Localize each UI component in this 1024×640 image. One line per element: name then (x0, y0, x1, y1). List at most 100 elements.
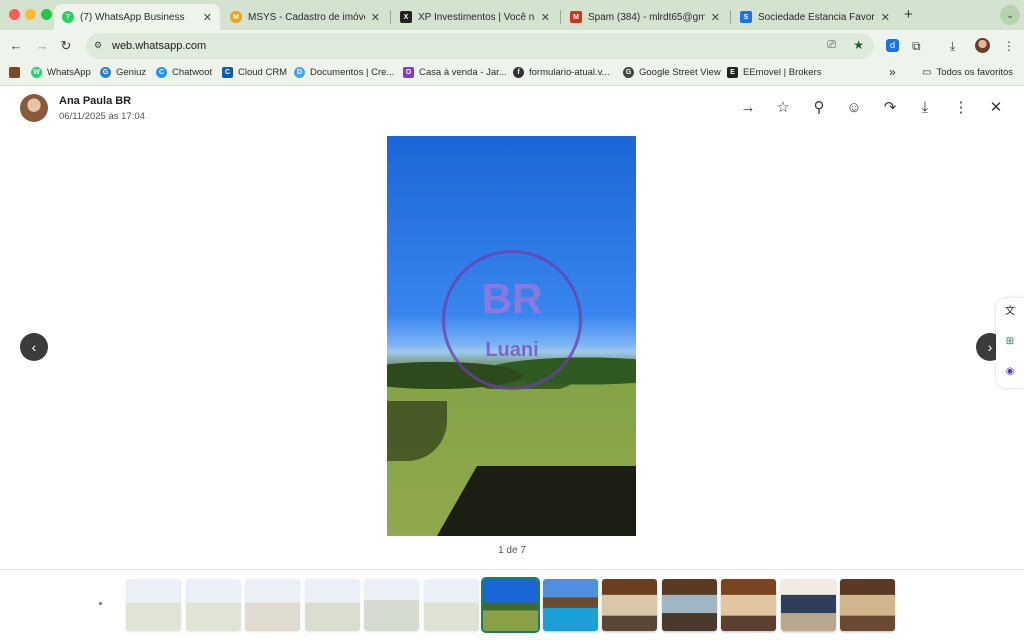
gmail-favicon-icon: M (570, 11, 582, 23)
downloads-icon[interactable]: ⤓ (950, 39, 955, 54)
reload-icon[interactable]: ↻ (58, 38, 74, 54)
bookmark-street-view[interactable]: G Google Street View (623, 67, 721, 78)
tab-separator (560, 10, 561, 24)
message-timestamp: 06/11/2025 às 17:04 (59, 111, 145, 122)
browser-toolbar: ← → ↻ ⚙ web.whatsapp.com ⎚ ★ d ⧉ ⤓ ⋮ (0, 30, 1024, 62)
tab-gmail[interactable]: M Spam (384) - mlrdt65@gmai ✕ (562, 4, 728, 30)
translate-icon[interactable]: 文 (1002, 304, 1018, 320)
url-text: web.whatsapp.com (112, 40, 207, 52)
tab-label: (7) WhatsApp Business (80, 11, 185, 23)
browser-tab-bar: 7 (7) WhatsApp Business ✕ M MSYS - Cadas… (0, 0, 1024, 30)
watermark-subtext: Luani (485, 339, 539, 361)
media-thumbnail[interactable] (721, 579, 776, 631)
forward-icon[interactable]: ↷ (880, 98, 900, 118)
thumbnail-strip (0, 569, 1024, 640)
download-icon[interactable]: ⤓ (915, 98, 935, 118)
new-tab-button[interactable]: + (904, 6, 913, 23)
install-app-icon[interactable]: ⎚ (827, 39, 836, 52)
assistant-icon[interactable]: ◉ (1002, 364, 1018, 380)
profile-avatar[interactable] (975, 38, 990, 53)
media-thumbnail[interactable] (245, 579, 300, 631)
media-thumbnail[interactable] (840, 579, 895, 631)
side-extension-panel: 文 ⊞ ◉ (996, 298, 1024, 388)
forward-arrow-icon[interactable]: → (34, 38, 50, 53)
tab-label: Sociedade Estancia Favoretto (758, 11, 875, 23)
previous-media-button[interactable]: ‹ (20, 333, 48, 361)
bookmark-label: Chatwoot (172, 67, 213, 78)
bookmark-home-icon[interactable] (9, 67, 20, 78)
extensions-puzzle-icon[interactable]: ⧉ (912, 39, 921, 54)
extension-d-icon[interactable]: d (886, 39, 899, 52)
tab-search-chevron-icon[interactable]: ⌄ (1000, 5, 1020, 25)
media-thumbnail[interactable] (185, 579, 241, 631)
browser-menu-icon[interactable]: ⋮ (1003, 39, 1015, 53)
eemovel-icon: E (727, 67, 738, 78)
bookmark-formulario[interactable]: f formulario-atual.v... (513, 67, 610, 78)
media-thumbnail[interactable] (542, 579, 598, 631)
tab-separator (390, 10, 391, 24)
apps-grid-icon[interactable]: ⊞ (1002, 334, 1018, 350)
close-tab-icon[interactable]: ✕ (881, 11, 890, 24)
more-bookmarks-icon[interactable]: » (889, 65, 896, 79)
more-options-icon[interactable]: ⋮ (951, 98, 971, 118)
media-thumbnail[interactable] (126, 579, 181, 631)
documentos-icon: D (294, 67, 305, 78)
bookmarks-bar: W WhatsApp G Geniuz C Chatwoot C Cloud CRM D… (0, 62, 1024, 86)
tab-sociedade[interactable]: S Sociedade Estancia Favoretto ✕ (732, 4, 898, 30)
back-arrow-icon[interactable]: ← (8, 38, 24, 53)
media-thumbnail[interactable] (423, 579, 479, 631)
close-viewer-icon[interactable]: ✕ (986, 98, 1006, 118)
address-bar[interactable]: ⚙ web.whatsapp.com ⎚ ★ (86, 33, 874, 59)
close-tab-icon[interactable]: ✕ (541, 11, 550, 24)
bookmark-label: EEmovel | Brokers (743, 67, 822, 78)
bookmark-geniuz[interactable]: G Geniuz (100, 67, 146, 78)
maximize-window-button[interactable] (41, 9, 52, 20)
close-window-button[interactable] (9, 9, 20, 20)
bookmark-eemovel[interactable]: E EEmovel | Brokers (727, 67, 822, 78)
close-tab-icon[interactable]: ✕ (203, 11, 212, 24)
media-thumbnail[interactable] (661, 579, 717, 631)
star-icon[interactable]: ☆ (773, 98, 793, 118)
bookmark-chatwoot[interactable]: C Chatwoot (156, 67, 212, 78)
media-thumbnail[interactable] (481, 577, 540, 633)
media-counter: 1 de 7 (498, 545, 526, 556)
bookmark-label: Cloud CRM (238, 67, 288, 78)
olx-icon: O (403, 67, 414, 78)
all-favorites-label: Todos os favoritos (936, 67, 1014, 78)
bookmark-documentos[interactable]: D Documentos | Cre... (294, 67, 394, 78)
tab-msys[interactable]: M MSYS - Cadastro de imóvel ✕ (222, 4, 388, 30)
minimize-window-button[interactable] (25, 9, 36, 20)
sender-name: Ana Paula BR (59, 95, 132, 107)
globe-icon: G (623, 67, 634, 78)
bookmark-whatsapp[interactable]: W WhatsApp (31, 67, 91, 78)
watermark-logo: BR Luani (442, 250, 582, 390)
bookmark-cloud-crm[interactable]: C Cloud CRM (222, 67, 287, 78)
close-tab-icon[interactable]: ✕ (711, 11, 720, 24)
photo-shadow (437, 466, 636, 536)
pin-icon[interactable]: ⚲ (809, 98, 829, 118)
bookmark-star-icon[interactable]: ★ (853, 38, 864, 52)
bookmark-label: Documentos | Cre... (310, 67, 395, 78)
close-tab-icon[interactable]: ✕ (371, 11, 380, 24)
cloud-crm-icon: C (222, 67, 233, 78)
xp-favicon-icon: X (400, 11, 412, 23)
tab-label: MSYS - Cadastro de imóvel (248, 11, 365, 23)
geniuz-icon: G (100, 67, 111, 78)
sociedade-favicon-icon: S (740, 11, 752, 23)
site-settings-icon[interactable]: ⚙ (94, 40, 102, 51)
media-thumbnail[interactable] (780, 579, 836, 631)
go-to-message-arrow-icon[interactable]: → (738, 98, 758, 118)
folder-icon: ▭ (922, 67, 932, 78)
sender-avatar[interactable] (20, 94, 48, 122)
all-favorites-folder[interactable]: ▭ Todos os favoritos (922, 67, 1013, 78)
media-thumbnail[interactable] (364, 579, 419, 631)
emoji-icon[interactable]: ☺ (844, 98, 864, 118)
tab-whatsapp[interactable]: 7 (7) WhatsApp Business ✕ (54, 4, 220, 30)
whatsapp-icon: W (31, 67, 42, 78)
tab-xp[interactable]: X XP Investimentos | Você no c ✕ (392, 4, 558, 30)
bookmark-casa-a-venda[interactable]: O Casa à venda - Jar... (403, 67, 507, 78)
bookmark-label: Geniuz (116, 67, 147, 78)
media-thumbnail[interactable] (602, 579, 657, 631)
media-thumbnail[interactable] (304, 579, 360, 631)
bookmark-label: Google Street View (639, 67, 721, 78)
